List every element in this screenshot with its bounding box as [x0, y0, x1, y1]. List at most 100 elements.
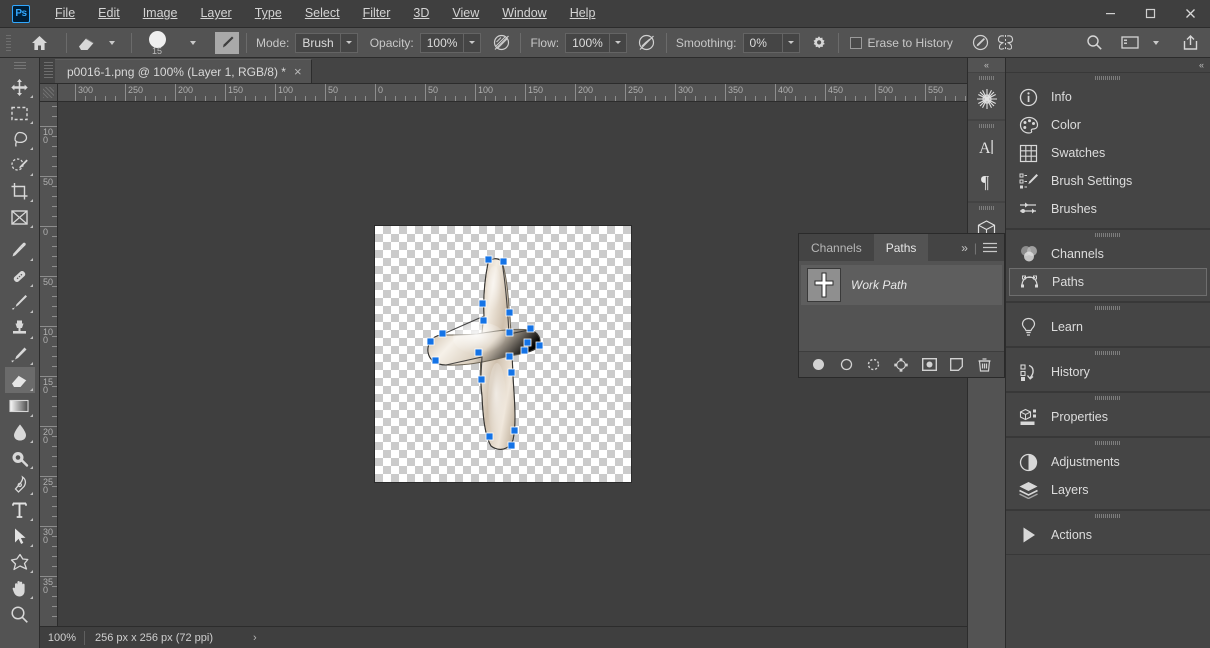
dock-item-paths[interactable]: Paths [1009, 268, 1207, 296]
search-icon[interactable] [1082, 31, 1106, 55]
new-path-icon[interactable] [946, 355, 968, 375]
tab-paths[interactable]: Paths [873, 234, 929, 261]
quick-selection-tool[interactable] [5, 152, 35, 178]
status-expand-icon[interactable]: › [253, 632, 257, 644]
dock-item-properties[interactable]: Properties [1006, 403, 1210, 431]
character-icon[interactable]: A [968, 130, 1005, 164]
brush-tool[interactable] [5, 289, 35, 315]
rectangular-marquee-tool[interactable] [5, 100, 35, 126]
make-work-path-icon[interactable] [890, 355, 912, 375]
home-icon[interactable] [27, 31, 51, 55]
path-row-work-path[interactable]: Work Path [801, 265, 1002, 305]
stroke-path-icon[interactable] [835, 355, 857, 375]
dock-item-layers[interactable]: Layers [1006, 476, 1210, 504]
crop-tool[interactable] [5, 178, 35, 204]
menu-help[interactable]: Help [559, 3, 607, 24]
eyedropper-tool[interactable] [5, 237, 35, 263]
workspace-icon[interactable] [1118, 31, 1142, 55]
rail-grip[interactable] [968, 121, 1005, 130]
type-tool[interactable] [5, 497, 35, 523]
delete-path-icon[interactable] [973, 355, 995, 375]
panel-collapse-icon[interactable]: » [961, 241, 968, 255]
3d-settings-icon[interactable] [968, 82, 1005, 116]
opacity-input[interactable]: 100% [419, 32, 482, 53]
dock-item-brush-settings[interactable]: Brush Settings [1006, 167, 1210, 195]
zoom-level[interactable]: 100% [40, 632, 84, 644]
dock-item-learn[interactable]: Learn [1006, 313, 1210, 341]
rail-grip[interactable] [968, 203, 1005, 212]
brush-preset-dropdown[interactable] [181, 31, 205, 55]
dock-item-info[interactable]: Info [1006, 83, 1210, 111]
zoom-tool[interactable] [5, 601, 35, 627]
dock-item-history[interactable]: History [1006, 358, 1210, 386]
dock-item-swatches[interactable]: Swatches [1006, 139, 1210, 167]
flow-input[interactable]: 100% [565, 32, 627, 53]
menu-edit[interactable]: Edit [87, 3, 131, 24]
fill-path-icon[interactable] [808, 355, 830, 375]
smoothing-options-gear-icon[interactable] [807, 31, 831, 55]
lasso-tool[interactable] [5, 126, 35, 152]
document-info[interactable]: 256 px x 256 px (72 ppi) › [85, 632, 267, 644]
dock-item-channels[interactable]: Channels [1006, 240, 1210, 268]
add-mask-icon[interactable] [918, 355, 940, 375]
minimize-button[interactable] [1090, 0, 1130, 28]
path-selection-tool[interactable] [5, 523, 35, 549]
maximize-button[interactable] [1130, 0, 1170, 28]
flow-chevron-down-icon[interactable] [608, 33, 626, 52]
eraser-tool[interactable] [4, 367, 35, 393]
document-tab[interactable]: p0016-1.png @ 100% (Layer 1, RGB/8) * × [55, 59, 312, 83]
menu-select[interactable]: Select [294, 3, 351, 24]
menu-window[interactable]: Window [491, 3, 557, 24]
dock-collapse-icon[interactable]: « [1006, 58, 1210, 72]
frame-tool[interactable] [5, 204, 35, 230]
menu-type[interactable]: Type [244, 3, 293, 24]
dock-grip[interactable] [1006, 73, 1210, 83]
brush-panel-toggle-icon[interactable] [215, 31, 239, 54]
gradient-tool[interactable] [5, 393, 35, 419]
dock-grip[interactable] [1006, 393, 1210, 403]
document-tab-grip[interactable] [44, 62, 53, 80]
paragraph-icon[interactable]: ¶ [968, 164, 1005, 198]
opacity-chevron-down-icon[interactable] [463, 33, 480, 52]
clone-stamp-tool[interactable] [5, 315, 35, 341]
dock-item-adjustments[interactable]: Adjustments [1006, 448, 1210, 476]
dock-grip[interactable] [1006, 303, 1210, 313]
rail-collapse-icon[interactable]: « [968, 58, 1005, 72]
menu-filter[interactable]: Filter [352, 3, 402, 24]
menu-icon[interactable] [983, 242, 997, 254]
dock-item-actions[interactable]: Actions [1006, 521, 1210, 549]
menu-file[interactable]: File [44, 3, 86, 24]
close-icon[interactable]: × [294, 65, 302, 78]
artboard[interactable] [375, 226, 631, 482]
dock-grip[interactable] [1006, 511, 1210, 521]
symmetry-butterfly-icon[interactable] [993, 31, 1018, 55]
airbrush-icon[interactable] [635, 31, 659, 55]
hand-tool[interactable] [5, 575, 35, 601]
opacity-pressure-icon[interactable] [489, 31, 513, 55]
menu-3d[interactable]: 3D [402, 3, 440, 24]
spot-healing-brush-tool[interactable] [5, 263, 35, 289]
erase-to-history-checkbox[interactable]: Erase to History [846, 36, 957, 50]
menu-layer[interactable]: Layer [189, 3, 242, 24]
tools-panel-grip[interactable] [13, 62, 26, 70]
dock-grip[interactable] [1006, 230, 1210, 240]
tab-channels[interactable]: Channels [799, 234, 874, 261]
dock-item-brushes[interactable]: Brushes [1006, 195, 1210, 223]
tablet-pressure-opacity-icon[interactable] [969, 31, 993, 55]
menu-view[interactable]: View [441, 3, 490, 24]
mode-select[interactable]: Brush [295, 32, 358, 53]
close-button[interactable] [1170, 0, 1210, 28]
load-selection-icon[interactable] [863, 355, 885, 375]
menu-image[interactable]: Image [132, 3, 189, 24]
options-bar-grip[interactable] [4, 32, 13, 53]
shape-tool[interactable] [5, 549, 35, 575]
dock-grip[interactable] [1006, 348, 1210, 358]
move-tool[interactable] [5, 74, 35, 100]
horizontal-ruler[interactable]: 300 250 200 150 100 50 0 50 100 150 200 250 300 350 40… [58, 84, 967, 102]
blur-tool[interactable] [5, 419, 35, 445]
dock-item-color[interactable]: Color [1006, 111, 1210, 139]
ruler-corner[interactable] [40, 84, 58, 102]
workspace-chevron-down-icon[interactable] [1144, 31, 1168, 55]
dodge-tool[interactable] [5, 445, 35, 471]
pen-tool[interactable] [5, 471, 35, 497]
